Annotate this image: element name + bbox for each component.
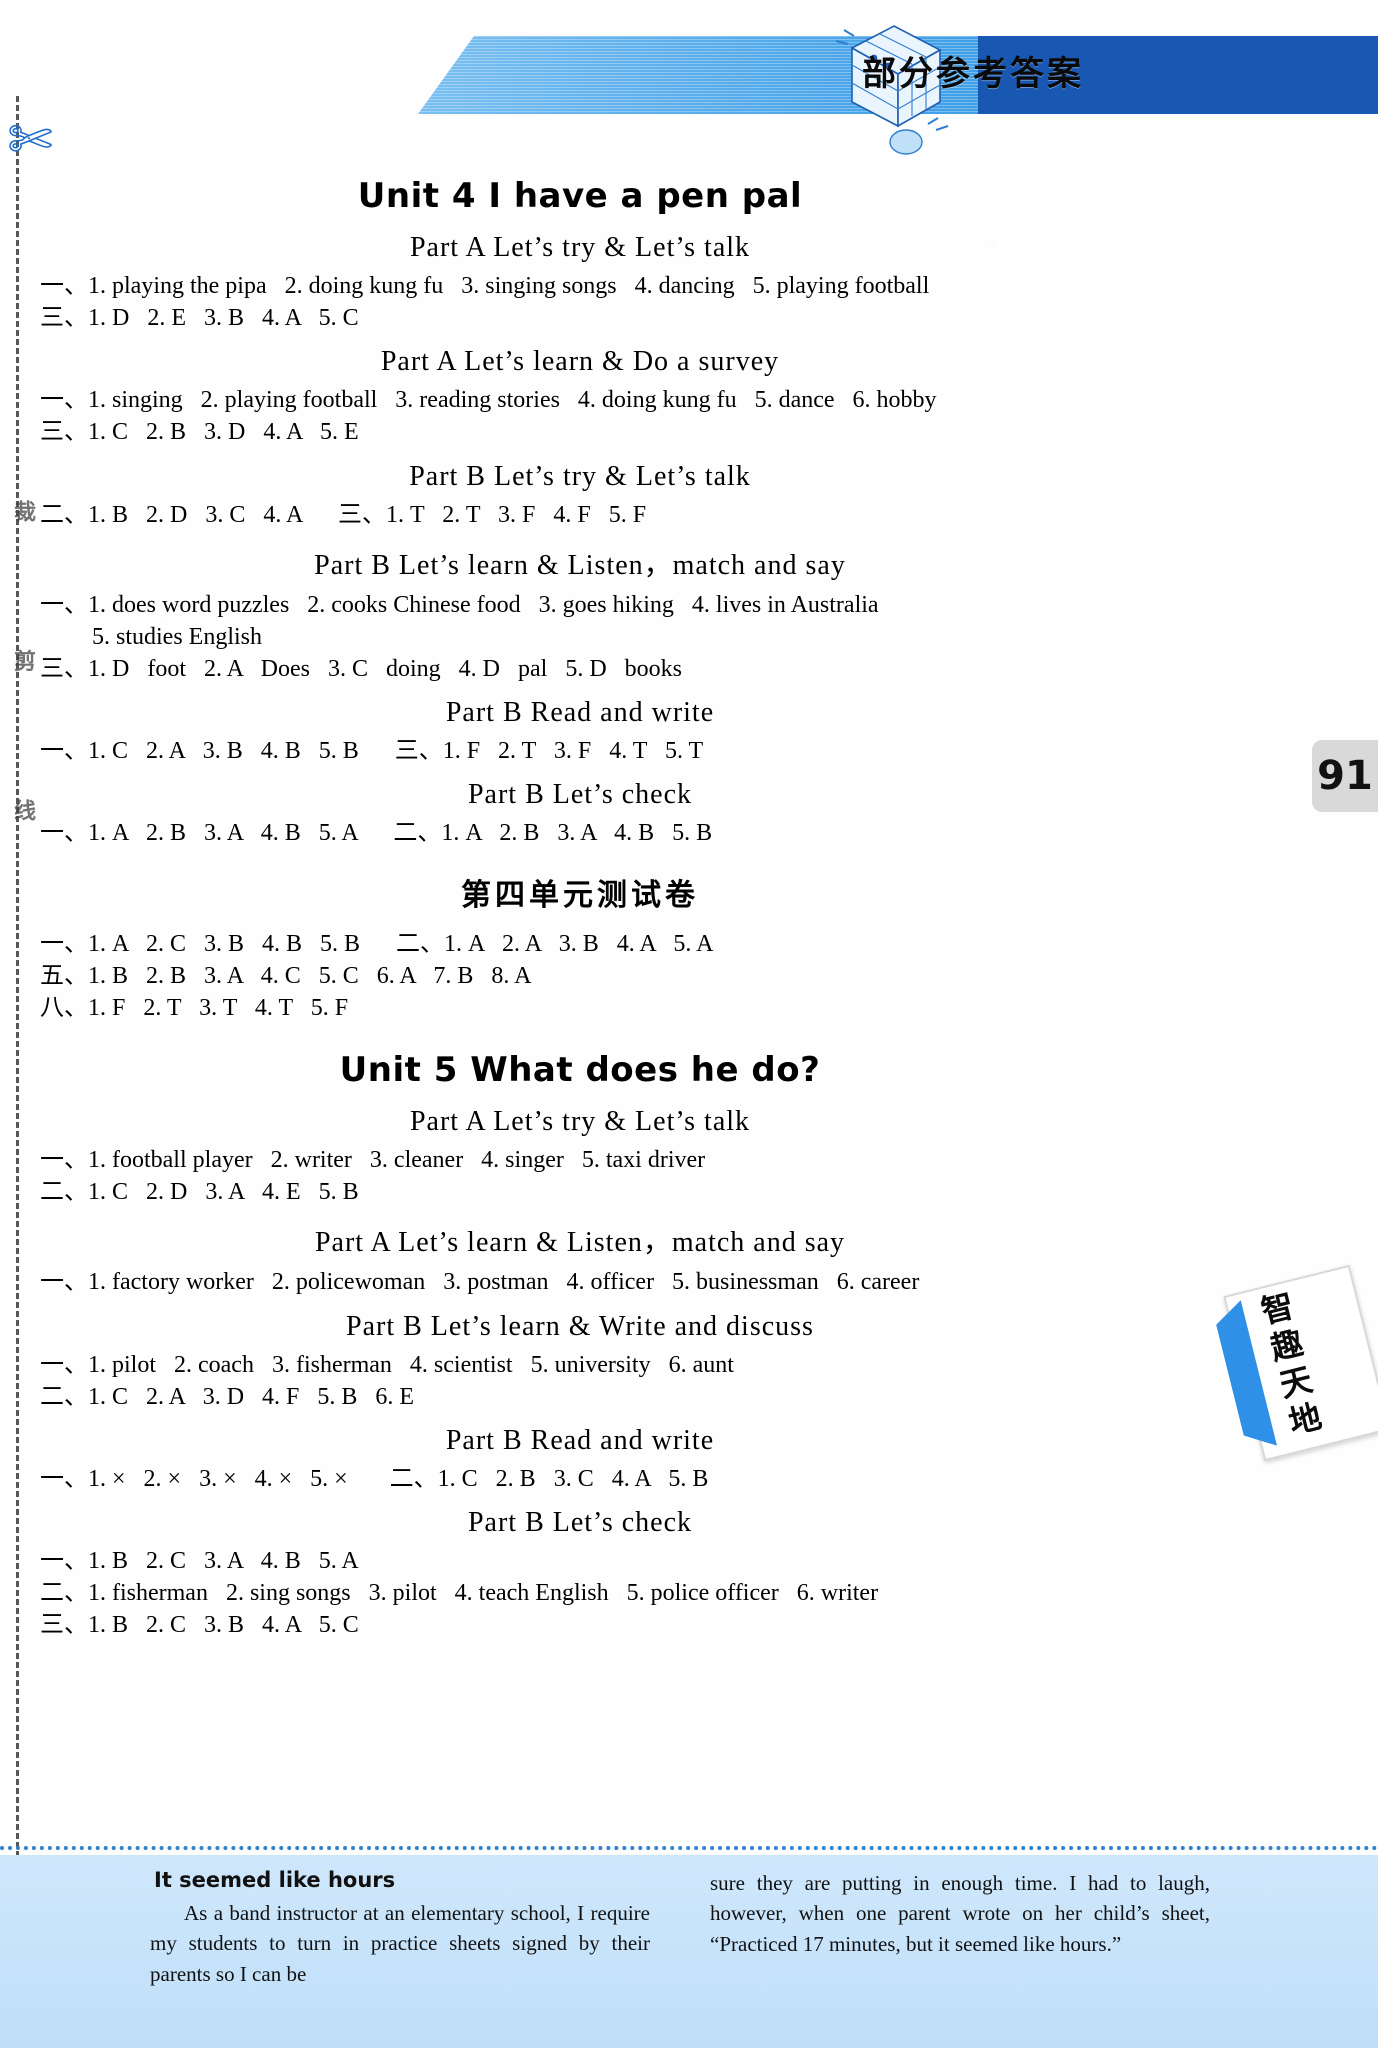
part-title: Part B Let’s check	[467, 779, 693, 811]
answer-line: 一、1. football player 2. writer 3. cleane…	[40, 1147, 706, 1174]
story-paragraph-left: As a band instructor at an elementary sc…	[150, 1901, 650, 1986]
answer-line: 一、1. C 2. A 3. B 4. B 5. B 三、1. F 2. T 3…	[40, 738, 704, 765]
answers-column: Unit 4 I have a pen pal Part A Let’s try…	[40, 150, 1120, 1641]
answer-line: 一、1. factory worker 2. policewoman 3. po…	[40, 1269, 920, 1296]
answer-line: 一、1. pilot 2. coach 3. fisherman 4. scie…	[40, 1351, 734, 1378]
answer-line: 三、1. D 2. E 3. B 4. A 5. C	[40, 305, 359, 332]
fun-box-divider	[0, 1846, 1378, 1850]
fun-corner-tab: 智趣天地	[1223, 1264, 1378, 1462]
answer-line: 五、1. B 2. B 3. A 4. C 5. C 6. A 7. B 8. …	[40, 962, 532, 989]
answer-line: 一、1. playing the pipa 2. doing kung fu 3…	[40, 273, 930, 299]
part-title: Part A Let’s try & Let’s talk	[409, 232, 751, 263]
part-title: Part B Read and write	[445, 697, 715, 729]
answer-line: 一、1. does word puzzles 2. cooks Chinese …	[40, 591, 879, 618]
fun-column-right: sure they are putting in enough time. I …	[710, 1868, 1210, 1989]
part-title: Part B Let’s learn & Listen，match and sa…	[314, 549, 846, 581]
unit-test-title: 第四单元测试卷	[461, 877, 699, 913]
answer-line: 5. studies English	[92, 623, 263, 650]
answer-line: 二、1. fisherman 2. sing songs 3. pilot 4.…	[40, 1580, 879, 1607]
part-title: Part A Let’s learn & Listen，match and sa…	[314, 1227, 846, 1259]
answer-line: 八、1. F 2. T 3. T 4. T 5. F	[40, 994, 349, 1021]
fun-corner-columns: It seemed like hours As a band instructo…	[150, 1868, 1230, 1989]
answer-key-page: 部分参考答案 ✄ 裁 剪 线 91 Unit 4 I have a pen pa…	[0, 0, 1378, 2048]
part-title: Part B Read and write	[445, 1424, 715, 1456]
story-paragraph-right: sure they are putting in enough time. I …	[710, 1871, 1210, 1956]
answer-line: 三、1. D foot 2. A Does 3. C doing 4. D pa…	[40, 656, 682, 683]
cut-line-label: 裁 剪 线	[10, 500, 35, 882]
answer-line: 二、1. C 2. D 3. A 4. E 5. B	[40, 1179, 359, 1206]
answer-line: 二、1. C 2. A 3. D 4. F 5. B 6. E	[40, 1383, 415, 1410]
part-title: Part B Let’s try & Let’s talk	[409, 460, 751, 492]
page-banner: 部分参考答案	[0, 0, 1378, 155]
part-title: Part A Let’s learn & Do a survey	[380, 346, 780, 378]
answer-line: 二、1. B 2. D 3. C 4. A 三、1. T 2. T 3. F 4…	[40, 501, 647, 528]
answer-line: 一、1. × 2. × 3. × 4. × 5. × 二、1. C 2. B 3…	[40, 1465, 709, 1492]
answer-line: 一、1. B 2. C 3. A 4. B 5. A	[40, 1547, 359, 1574]
part-title: Part B Let’s check	[467, 1506, 693, 1538]
fun-column-left: It seemed like hours As a band instructo…	[150, 1868, 650, 1989]
unit-title: Unit 5 What does he do?	[339, 1050, 821, 1091]
answer-line: 一、1. A 2. C 3. B 4. B 5. B 二、1. A 2. A 3…	[40, 930, 714, 957]
answer-line: 一、1. A 2. B 3. A 4. B 5. A 二、1. A 2. B 3…	[40, 820, 713, 847]
answer-line: 三、1. C 2. B 3. D 4. A 5. E	[40, 419, 359, 446]
unit-title: Unit 4 I have a pen pal	[357, 176, 803, 216]
story-title: It seemed like hours	[154, 1868, 396, 1892]
answer-line: 一、1. singing 2. playing football 3. read…	[40, 387, 937, 414]
page-number-tab: 91	[1312, 740, 1378, 812]
page-number: 91	[1317, 753, 1373, 799]
part-title: Part A Let’s try & Let’s talk	[409, 1106, 751, 1138]
cut-dashed-line	[16, 96, 19, 1866]
part-title: Part B Let’s learn & Write and discuss	[346, 1310, 814, 1342]
answer-line: 三、1. B 2. C 3. B 4. A 5. C	[40, 1612, 359, 1639]
banner-title: 部分参考答案	[862, 54, 1084, 94]
